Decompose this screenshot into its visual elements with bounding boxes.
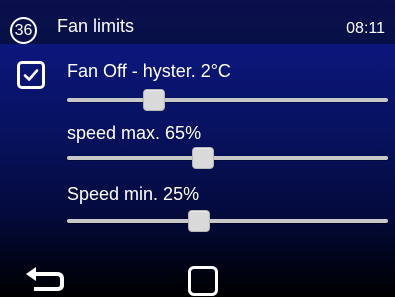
fan-off-hysteresis-label: Fan Off - hyster. 2°C (67, 61, 231, 81)
fan-off-enabled-checkbox[interactable] (17, 61, 45, 89)
slider-track (67, 219, 388, 223)
speed-max-label: speed max. 65% (67, 123, 202, 143)
slider-track (67, 98, 388, 102)
slider-thumb[interactable] (187, 210, 210, 232)
speed-min-label: Speed min. 25% (67, 184, 200, 204)
page-title: Fan limits (57, 16, 135, 36)
screen-number-badge: 36 (10, 17, 37, 44)
clock-time: 08:11 (346, 20, 385, 37)
header-bar: 36 Fan limits 08:11 (0, 0, 395, 44)
back-button[interactable] (22, 265, 66, 297)
fan-limits-screen: 36 Fan limits 08:11 Fan Off - hyster. 2°… (0, 0, 395, 297)
checkmark-icon (23, 69, 39, 81)
fan-off-hysteresis-slider[interactable] (67, 88, 388, 114)
home-button[interactable] (188, 266, 218, 296)
slider-thumb[interactable] (192, 147, 215, 169)
speed-min-slider[interactable] (67, 209, 388, 235)
slider-thumb[interactable] (142, 89, 165, 111)
screen-number: 36 (14, 21, 33, 39)
slider-track (67, 156, 388, 160)
back-arrow-icon (26, 267, 64, 291)
speed-max-slider[interactable] (67, 146, 388, 172)
